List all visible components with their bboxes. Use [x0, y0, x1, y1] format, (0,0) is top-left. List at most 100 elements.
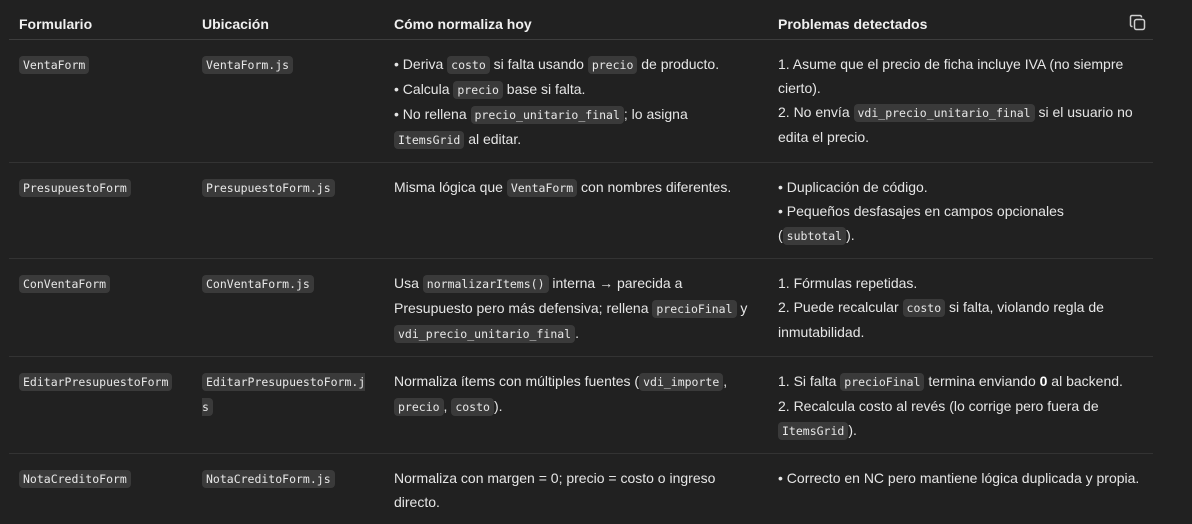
form-name: PresupuestoForm — [19, 179, 131, 197]
cell-problemas: 1. Si falta precioFinal termina enviando… — [768, 357, 1153, 454]
cell-ubicacion: ConVentaForm.js — [192, 259, 384, 357]
text-run: Normaliza ítems con múltiples fuentes ( — [394, 373, 639, 389]
text-run: • No rellena — [394, 106, 471, 122]
table-row: PresupuestoForm PresupuestoForm.js Misma l… — [9, 163, 1153, 259]
inline-code: precio — [588, 56, 638, 74]
text-run: 2. Recalcula costo al revés (lo corrige … — [778, 398, 1099, 414]
cell-ubicacion: VentaForm.js — [192, 40, 384, 163]
normaliza-line: Normaliza con margen = 0; precio = costo… — [394, 466, 758, 514]
inline-code: costo — [451, 398, 494, 416]
table-container: Formulario Ubicación Cómo normaliza hoy … — [0, 0, 1192, 482]
problema-line: • Pequeños desfasajes en campos opcional… — [778, 199, 1143, 248]
text-run: y — [737, 300, 748, 316]
text-run: • Duplicación de código. — [778, 179, 928, 195]
text-run: • Calcula — [394, 81, 453, 97]
normaliza-line: • Deriva costo si falta usando precio de… — [394, 52, 758, 77]
cell-ubicacion: NotaCreditoForm.js — [192, 454, 384, 524]
cell-problemas: • Correcto en NC pero mantiene lógica du… — [768, 454, 1153, 524]
normaliza-line: Misma lógica que VentaForm con nombres d… — [394, 175, 758, 200]
copy-icon — [1128, 13, 1148, 33]
text-run: 1. Asume que el precio de ficha incluye … — [778, 56, 1123, 96]
copy-table-button[interactable] — [1128, 13, 1148, 33]
normaliza-line: • Calcula precio base si falta. — [394, 77, 758, 102]
cell-como-normaliza: Misma lógica que VentaForm con nombres d… — [384, 163, 768, 259]
file-name: NotaCreditoForm.js — [202, 470, 335, 488]
problema-line: 2. Recalcula costo al revés (lo corrige … — [778, 394, 1143, 443]
text-run: . — [575, 325, 579, 341]
text-run: con nombres diferentes. — [577, 179, 731, 195]
form-name: ConVentaForm — [19, 275, 110, 293]
cell-problemas: • Duplicación de código. • Pequeños desfa… — [768, 163, 1153, 259]
header-como-normaliza: Cómo normaliza hoy — [384, 8, 768, 40]
text-run: • Deriva — [394, 56, 447, 72]
text-run: 2. Puede recalcular — [778, 299, 903, 315]
inline-code: precio_unitario_final — [471, 106, 624, 124]
inline-code: precio — [394, 398, 444, 416]
table-header-row: Formulario Ubicación Cómo normaliza hoy … — [9, 8, 1153, 40]
text-run: ). — [848, 422, 857, 438]
cell-formulario: VentaForm — [9, 40, 192, 163]
inline-code: precioFinal — [652, 300, 736, 318]
inline-code: vdi_precio_unitario_final — [854, 104, 1035, 122]
inline-code: costo — [447, 56, 490, 74]
inline-code: normalizarItems() — [423, 275, 549, 293]
text-run: termina enviando — [924, 373, 1039, 389]
file-name: VentaForm.js — [202, 56, 293, 74]
inline-code: ItemsGrid — [394, 131, 464, 149]
inline-code: VentaForm — [507, 179, 577, 197]
text-run: ). — [494, 398, 503, 414]
inline-code: ItemsGrid — [778, 422, 848, 440]
form-name: VentaForm — [19, 56, 89, 74]
cell-problemas: 1. Asume que el precio de ficha incluye … — [768, 40, 1153, 163]
form-name: EditarPresupuestoForm — [19, 373, 172, 391]
normaliza-line: Normaliza ítems con múltiples fuentes (v… — [394, 369, 758, 419]
problema-line: 1. Si falta precioFinal termina enviando… — [778, 369, 1143, 394]
normaliza-line: Usa normalizarItems() interna → parecida… — [394, 271, 758, 346]
inline-code: vdi_importe — [639, 373, 723, 391]
cell-como-normaliza: Normaliza con margen = 0; precio = costo… — [384, 454, 768, 524]
form-name: NotaCreditoForm — [19, 470, 131, 488]
problema-line: • Duplicación de código. — [778, 175, 1143, 199]
cell-formulario: NotaCreditoForm — [9, 454, 192, 524]
header-formulario: Formulario — [9, 8, 192, 40]
inline-code: subtotal — [783, 227, 846, 245]
text-run: si falta usando — [490, 56, 588, 72]
problema-line: 1. Asume que el precio de ficha incluye … — [778, 52, 1143, 100]
normaliza-line: • No rellena precio_unitario_final; lo a… — [394, 102, 758, 152]
text-run: base si falta. — [503, 81, 586, 97]
problema-line: 2. Puede recalcular costo si falta, viol… — [778, 295, 1143, 344]
text-run: Usa — [394, 275, 423, 291]
text-run: • Correcto en NC pero mantiene lógica du… — [778, 470, 1139, 486]
table-row: EditarPresupuestoForm EditarPresupuestoFo… — [9, 357, 1153, 454]
text-run: al backend. — [1047, 373, 1123, 389]
forms-table: Formulario Ubicación Cómo normaliza hoy … — [9, 8, 1153, 524]
header-problemas: Problemas detectados — [768, 8, 1153, 40]
table-row: NotaCreditoForm NotaCreditoForm.js Normali… — [9, 454, 1153, 524]
text-run: Normaliza con margen = 0; precio = costo… — [394, 470, 715, 510]
problema-line: 2. No envía vdi_precio_unitario_final si… — [778, 100, 1143, 149]
inline-code: precioFinal — [840, 373, 924, 391]
cell-como-normaliza: Normaliza ítems con múltiples fuentes (v… — [384, 357, 768, 454]
text-run: de producto. — [637, 56, 719, 72]
file-name: PresupuestoForm.js — [202, 179, 335, 197]
cell-como-normaliza: Usa normalizarItems() interna → parecida… — [384, 259, 768, 357]
cell-formulario: ConVentaForm — [9, 259, 192, 357]
file-name: EditarPresupuestoForm.js — [202, 373, 365, 416]
text-run: 1. Fórmulas repetidas. — [778, 275, 917, 291]
inline-code: costo — [903, 299, 946, 317]
inline-code: precio — [453, 81, 503, 99]
text-run: , — [723, 373, 727, 389]
header-ubicacion: Ubicación — [192, 8, 384, 40]
text-run: Misma lógica que — [394, 179, 507, 195]
cell-ubicacion: PresupuestoForm.js — [192, 163, 384, 259]
problema-line: • Correcto en NC pero mantiene lógica du… — [778, 466, 1143, 490]
cell-problemas: 1. Fórmulas repetidas. 2. Puede recalcula… — [768, 259, 1153, 357]
table-row: ConVentaFormConVentaForm.jsUsa normaliza… — [9, 259, 1153, 357]
text-run: ; lo asigna — [624, 106, 688, 122]
cell-como-normaliza: • Deriva costo si falta usando precio de… — [384, 40, 768, 163]
cell-formulario: PresupuestoForm — [9, 163, 192, 259]
table-body: VentaForm VentaForm.js • Deriva costo si f… — [9, 40, 1153, 524]
cell-ubicacion: EditarPresupuestoForm.js — [192, 357, 384, 454]
table-row: VentaForm VentaForm.js • Deriva costo si f… — [9, 40, 1153, 163]
text-run: al editar. — [464, 131, 521, 147]
